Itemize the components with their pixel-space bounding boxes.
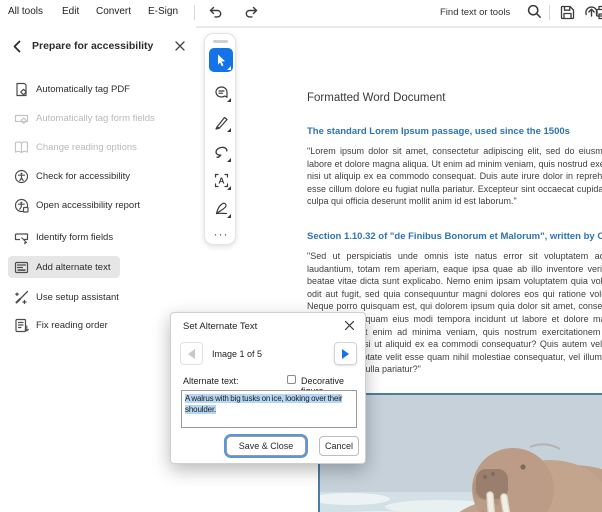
accessibility-check-icon — [14, 169, 29, 184]
flyout-corner — [227, 98, 231, 102]
flyout-corner — [227, 186, 231, 190]
previous-arrow-icon — [188, 348, 195, 359]
sidebar-item-label: Check for accessibility — [36, 170, 130, 182]
image-counter: Image 1 of 5 — [212, 349, 263, 359]
alternate-text-label: Alternate text: — [183, 376, 239, 386]
sidebar-item-label: Use setup assistant — [36, 291, 119, 303]
sidebar-item-label: Identify form fields — [36, 231, 114, 243]
sidebar-item-label: Change reading options — [36, 141, 137, 153]
dialog-title: Set Alternate Text — [183, 321, 258, 332]
acrobat-window: All tools Edit Convert E-Sign Find text … — [0, 0, 602, 512]
sidebar-item-label: Add alternate text — [36, 261, 111, 273]
toolbar-drag-handle[interactable] — [213, 40, 228, 43]
flyout-corner — [227, 158, 231, 162]
flyout-corner — [227, 128, 231, 132]
more-tools-button[interactable]: ··· — [209, 222, 233, 246]
redo-icon[interactable] — [243, 4, 260, 21]
decorative-figure-checkbox[interactable] — [287, 375, 296, 384]
flyout-corner — [227, 66, 231, 70]
sidebar-item-label: Fix reading order — [36, 319, 108, 331]
next-arrow-icon — [342, 348, 349, 359]
alternate-text-input[interactable]: A walrus with big tusks on ice, looking … — [181, 390, 357, 428]
dialog-close-icon[interactable] — [343, 319, 356, 332]
selected-text: A walrus with big tusks on ice, looking … — [185, 394, 343, 414]
prepare-accessibility-panel: Prepare for accessibility Automatically … — [0, 26, 196, 512]
menu-convert[interactable]: Convert — [96, 6, 131, 17]
select-tool-button[interactable] — [209, 48, 233, 72]
tag-pdf-icon — [14, 82, 29, 97]
scan-ocr-tool-button[interactable]: A — [209, 168, 233, 192]
cancel-button[interactable]: Cancel — [319, 436, 359, 456]
sidebar-item-check-for-accessibility[interactable]: Check for accessibility — [8, 165, 168, 187]
sidebar-item-use-setup-assistant[interactable]: Use setup assistant — [8, 286, 168, 308]
menu-esign[interactable]: E-Sign — [148, 6, 178, 17]
fill-sign-tool-button[interactable] — [209, 196, 233, 220]
back-icon[interactable] — [11, 40, 24, 53]
tag-form-fields-icon — [14, 111, 29, 126]
sidebar-item-automatically-tag-form-fields: Automatically tag form fields — [8, 107, 168, 129]
top-menubar: All tools Edit Convert E-Sign Find text … — [0, 0, 602, 26]
document-title: Formatted Word Document — [307, 92, 446, 104]
reading-order-icon — [14, 318, 29, 333]
alternate-text-icon — [14, 260, 29, 275]
menu-all-tools[interactable]: All tools — [8, 6, 43, 17]
undo-icon[interactable] — [207, 4, 224, 21]
highlight-tool-button[interactable] — [209, 110, 233, 134]
panel-title: Prepare for accessibility — [32, 40, 154, 52]
lasso-tool-button[interactable] — [209, 140, 233, 164]
svg-text:A: A — [218, 175, 224, 185]
sidebar-item-automatically-tag-pdf[interactable]: Automatically tag PDF — [8, 78, 168, 100]
sidebar-item-label: Open accessibility report — [36, 199, 141, 211]
more-tools-glyph: ··· — [213, 227, 229, 241]
setup-assistant-wand-icon — [14, 290, 29, 305]
document-heading-lorem: The standard Lorem Ipsum passage, used s… — [307, 126, 570, 137]
document-heading-section: Section 1.10.32 of "de Finibus Bonorum e… — [307, 231, 602, 242]
sidebar-item-fix-reading-order[interactable]: Fix reading order — [8, 314, 168, 336]
quick-tools-toolbar: A ··· — [204, 33, 236, 245]
print-icon[interactable] — [594, 4, 602, 21]
sidebar-item-label: Automatically tag form fields — [36, 112, 155, 124]
reading-options-icon — [14, 140, 29, 155]
search-icon[interactable] — [526, 3, 543, 20]
menubar-divider — [194, 5, 195, 20]
document-paragraph-1: "Lorem ipsum dolor sit amet, consectetur… — [307, 146, 602, 207]
menubar-divider — [549, 5, 550, 20]
sidebar-item-label: Automatically tag PDF — [36, 83, 130, 95]
set-alternate-text-dialog: Set Alternate Text Image 1 of 5 Alternat… — [170, 312, 366, 464]
identify-form-fields-icon — [14, 230, 29, 245]
previous-image-button[interactable] — [180, 342, 203, 365]
next-image-button[interactable] — [334, 342, 357, 365]
flyout-corner — [227, 214, 231, 218]
sidebar-item-change-reading-options: Change reading options — [8, 136, 168, 158]
panel-close-icon[interactable] — [172, 38, 188, 54]
panel-header: Prepare for accessibility — [0, 38, 196, 58]
accessibility-report-icon — [14, 198, 29, 213]
menu-edit[interactable]: Edit — [62, 6, 79, 17]
sidebar-item-open-accessibility-report[interactable]: Open accessibility report — [8, 194, 168, 216]
find-text-label[interactable]: Find text or tools — [440, 7, 510, 18]
add-comment-tool-button[interactable] — [209, 80, 233, 104]
save-close-button[interactable]: Save & Close — [226, 436, 306, 456]
sidebar-item-add-alternate-text[interactable]: Add alternate text — [8, 256, 120, 278]
sidebar-item-identify-form-fields[interactable]: Identify form fields — [8, 226, 168, 248]
save-icon[interactable] — [559, 4, 576, 21]
